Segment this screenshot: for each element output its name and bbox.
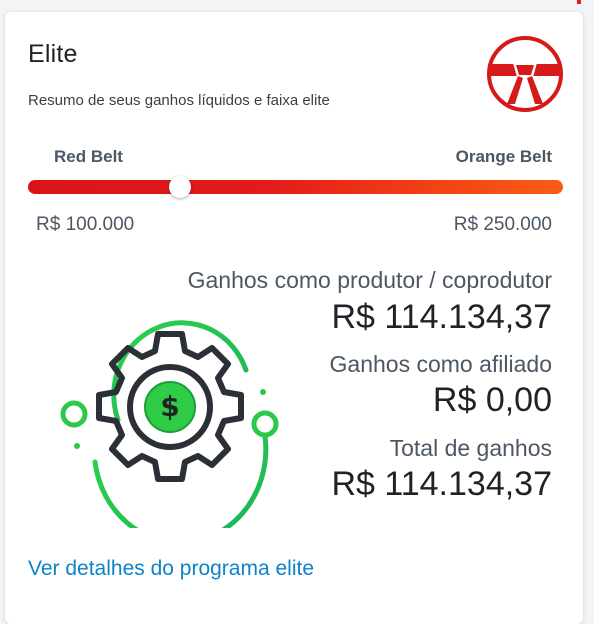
elite-card: Elite Resumo de seus ganhos líquidos e f…: [5, 12, 583, 624]
max-amount-label: R$ 250.000: [453, 214, 552, 235]
producer-earnings-label: Ganhos como produtor / coprodutor: [187, 267, 552, 293]
belt-progress-track: [28, 180, 563, 194]
gear-dollar-icon: $: [60, 320, 279, 528]
belt-progress-thumb: [169, 176, 191, 198]
total-earnings-value: R$ 114.134,37: [331, 465, 552, 503]
current-belt-label: Red Belt: [54, 147, 123, 166]
next-belt-label: Orange Belt: [455, 147, 552, 166]
svg-text:$: $: [160, 390, 179, 423]
card-title: Elite: [28, 40, 78, 68]
top-edge-marker: [577, 0, 581, 4]
affiliate-earnings-value: R$ 0,00: [432, 381, 552, 419]
card-subtitle: Resumo de seus ganhos líquidos e faixa e…: [28, 92, 330, 109]
elite-program-details-link[interactable]: Ver detalhes do programa elite: [28, 557, 314, 581]
affiliate-earnings-label: Ganhos como afiliado: [329, 351, 552, 377]
producer-earnings-value: R$ 114.134,37: [331, 298, 552, 336]
total-earnings-label: Total de ganhos: [389, 435, 552, 461]
red-belt-icon: [487, 36, 563, 112]
min-amount-label: R$ 100.000: [36, 214, 135, 235]
